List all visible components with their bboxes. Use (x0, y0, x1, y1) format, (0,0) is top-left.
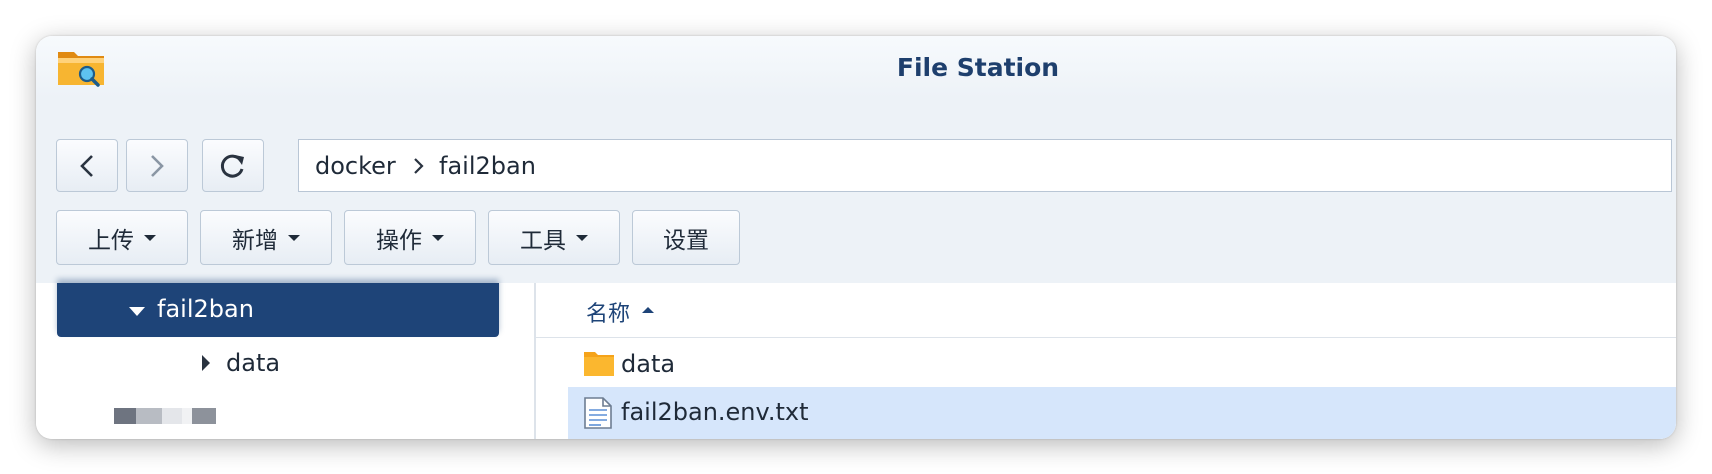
file-name: fail2ban.env.txt (621, 398, 809, 426)
caret-down-icon (288, 234, 300, 241)
back-button[interactable] (56, 139, 118, 192)
tree-item-label: data (226, 349, 281, 377)
create-label: 新增 (232, 227, 278, 254)
expanded-arrow-icon[interactable] (129, 307, 145, 316)
settings-button[interactable]: 设置 (632, 210, 740, 265)
path-bar[interactable]: docker fail2ban ★ (298, 139, 1672, 192)
blurred-tree-item (114, 408, 246, 424)
action-button[interactable]: 操作 (344, 210, 476, 265)
refresh-button[interactable] (202, 139, 264, 192)
tree-item-fail2ban[interactable]: fail2ban (57, 283, 499, 337)
file-list: 名称 data fail2ban.env.txt (536, 283, 1676, 439)
folder-tree: fail2ban data (36, 283, 534, 439)
file-row-fail2ban-env[interactable]: fail2ban.env.txt (568, 387, 1676, 439)
chevron-right-icon (414, 158, 424, 174)
caret-down-icon (576, 234, 588, 241)
upload-button[interactable]: 上传 (56, 210, 188, 265)
column-header-name[interactable]: 名称 (536, 283, 1676, 338)
folder-icon (584, 352, 614, 376)
chevron-right-icon (151, 154, 164, 177)
caret-down-icon (144, 234, 156, 241)
chevron-left-icon (80, 154, 93, 177)
file-name: data (621, 350, 676, 378)
caret-down-icon (432, 234, 444, 241)
window-title: File Station (896, 53, 1060, 82)
tools-button[interactable]: 工具 (488, 210, 620, 265)
column-header-label: 名称 (586, 302, 631, 327)
sort-ascending-icon (642, 307, 654, 313)
forward-button[interactable] (126, 139, 188, 192)
create-button[interactable]: 新增 (200, 210, 332, 265)
breadcrumb-fail2ban[interactable]: fail2ban (439, 152, 536, 180)
file-row-data[interactable]: data (568, 339, 1676, 391)
text-file-icon (584, 397, 612, 429)
action-label: 操作 (376, 227, 422, 254)
breadcrumb-docker[interactable]: docker (315, 152, 396, 180)
file-station-window: File Station docker fail2ban ★ 上传 新增 (36, 36, 1676, 439)
collapsed-arrow-icon[interactable] (202, 355, 210, 371)
settings-label: 设置 (663, 227, 709, 254)
tools-label: 工具 (520, 227, 566, 254)
title-bar: File Station (36, 36, 1676, 98)
refresh-icon (220, 154, 244, 178)
tree-item-data[interactable]: data (166, 347, 366, 383)
tree-item-label: fail2ban (157, 295, 254, 323)
upload-label: 上传 (88, 227, 134, 254)
